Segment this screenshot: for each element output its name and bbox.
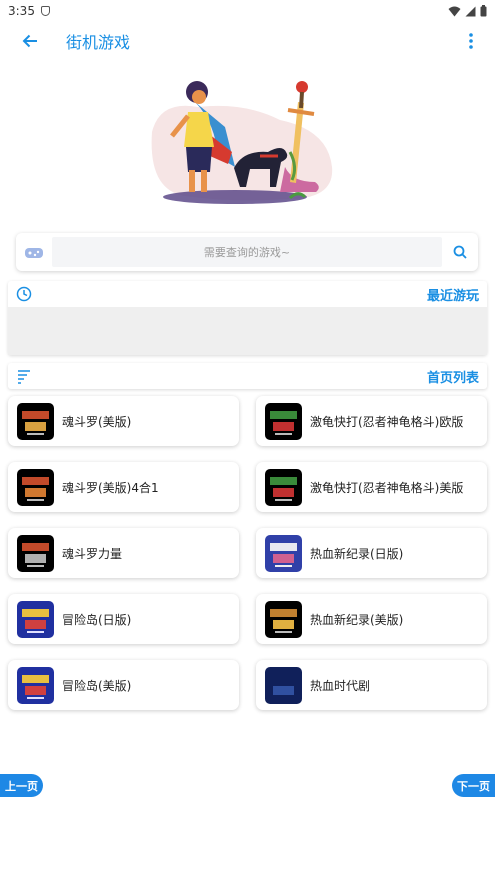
app-bar: 街机游戏 (0, 22, 495, 60)
game-name: 冒险岛(日版) (62, 612, 132, 627)
recent-header: 最近游玩 (8, 281, 487, 307)
game-card[interactable]: 魂斗罗(美版) (8, 396, 239, 446)
game-thumbnail (17, 468, 54, 506)
game-thumbnail (265, 468, 302, 506)
list-icon (18, 370, 30, 384)
game-card[interactable]: 激龟快打(忍者神龟格斗)美版 (256, 462, 487, 512)
recent-list (8, 307, 487, 355)
status-icons (448, 5, 487, 17)
game-card[interactable]: 激龟快打(忍者神龟格斗)欧版 (256, 396, 487, 446)
shield-icon (40, 6, 50, 16)
game-card[interactable]: 魂斗罗(美版)4合1 (8, 462, 239, 512)
game-thumbnail (265, 600, 302, 638)
next-page-button[interactable]: 下一页 (452, 774, 495, 797)
signal-icon (465, 6, 476, 16)
hero-illustration (151, 81, 333, 204)
game-name: 热血新纪录(日版) (310, 546, 404, 561)
game-card[interactable]: 魂斗罗力量 (8, 528, 239, 578)
recent-label[interactable]: 最近游玩 (427, 285, 479, 304)
status-time: 3:35 (8, 4, 35, 18)
game-name: 冒险岛(美版) (62, 678, 132, 693)
wifi-icon (448, 6, 461, 16)
status-bar: 3:35 (0, 0, 495, 22)
back-button[interactable] (10, 22, 50, 60)
more-vert-icon (469, 33, 473, 49)
search-input[interactable] (52, 237, 442, 267)
game-name: 激龟快打(忍者神龟格斗)欧版 (310, 414, 464, 429)
home-list-header: 首页列表 (8, 363, 487, 389)
game-thumbnail (265, 666, 302, 704)
game-thumbnail (17, 666, 54, 704)
game-name: 魂斗罗(美版)4合1 (62, 480, 159, 495)
search-bar (16, 233, 478, 271)
search-icon (453, 245, 467, 259)
game-card[interactable]: 冒险岛(日版) (8, 594, 239, 644)
arrow-back-icon (22, 34, 37, 48)
game-card[interactable]: 冒险岛(美版) (8, 660, 239, 710)
game-thumbnail (17, 534, 54, 572)
game-name: 魂斗罗力量 (62, 546, 123, 561)
home-list-label[interactable]: 首页列表 (427, 367, 479, 386)
game-name: 热血时代剧 (310, 678, 371, 693)
game-name: 热血新纪录(美版) (310, 612, 404, 627)
clock-icon (16, 286, 32, 302)
battery-icon (480, 5, 487, 17)
game-card[interactable]: 热血新纪录(日版) (256, 528, 487, 578)
game-name: 激龟快打(忍者神龟格斗)美版 (310, 480, 464, 495)
game-card[interactable]: 热血时代剧 (256, 660, 487, 710)
page-title: 街机游戏 (66, 33, 131, 52)
game-thumbnail (17, 600, 54, 638)
home-list-section: 首页列表 (8, 363, 487, 389)
game-thumbnail (265, 402, 302, 440)
gamepad-icon (16, 233, 52, 271)
search-button[interactable] (442, 233, 478, 271)
more-options-button[interactable] (459, 22, 483, 60)
game-thumbnail (265, 534, 302, 572)
game-card[interactable]: 热血新纪录(美版) (256, 594, 487, 644)
game-name: 魂斗罗(美版) (62, 414, 132, 429)
game-thumbnail (17, 402, 54, 440)
prev-page-button[interactable]: 上一页 (0, 774, 43, 797)
recent-section: 最近游玩 (8, 281, 487, 355)
